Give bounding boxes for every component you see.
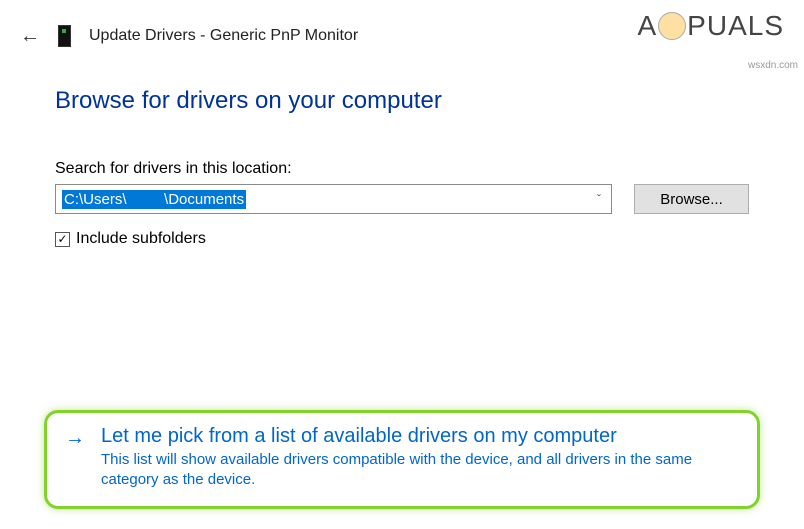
path-prefix: C:\Users\ bbox=[64, 191, 127, 208]
watermark-text-post: PUALS bbox=[687, 10, 784, 42]
checkmark-icon: ✓ bbox=[57, 233, 67, 245]
pick-option-description: This list will show available drivers co… bbox=[101, 450, 739, 491]
browse-button[interactable]: Browse... bbox=[634, 184, 749, 214]
watermark-text-pre: A bbox=[637, 10, 657, 42]
path-redacted bbox=[127, 191, 165, 208]
include-subfolders-checkbox[interactable]: ✓ bbox=[55, 232, 70, 247]
search-location-input[interactable]: C:\Users\ \Documents ˇ bbox=[55, 184, 612, 214]
page-heading: Browse for drivers on your computer bbox=[55, 87, 749, 115]
window-title: Update Drivers - Generic PnP Monitor bbox=[89, 27, 358, 45]
search-location-label: Search for drivers in this location: bbox=[55, 160, 749, 178]
pick-from-list-option[interactable]: → Let me pick from a list of available d… bbox=[44, 410, 760, 510]
path-suffix: \Documents bbox=[164, 191, 244, 208]
arrow-right-icon: → bbox=[65, 425, 85, 491]
chevron-down-icon[interactable]: ˇ bbox=[597, 192, 601, 206]
pick-option-title: Let me pick from a list of available dri… bbox=[101, 425, 739, 448]
include-subfolders-label: Include subfolders bbox=[76, 230, 206, 248]
watermark-head-icon bbox=[658, 12, 686, 40]
back-arrow-icon[interactable]: ← bbox=[20, 26, 40, 46]
path-selection: C:\Users\ \Documents bbox=[62, 190, 246, 209]
attribution-text: wsxdn.com bbox=[748, 60, 798, 71]
monitor-icon bbox=[58, 25, 71, 47]
watermark-logo: A PUALS bbox=[637, 10, 784, 42]
